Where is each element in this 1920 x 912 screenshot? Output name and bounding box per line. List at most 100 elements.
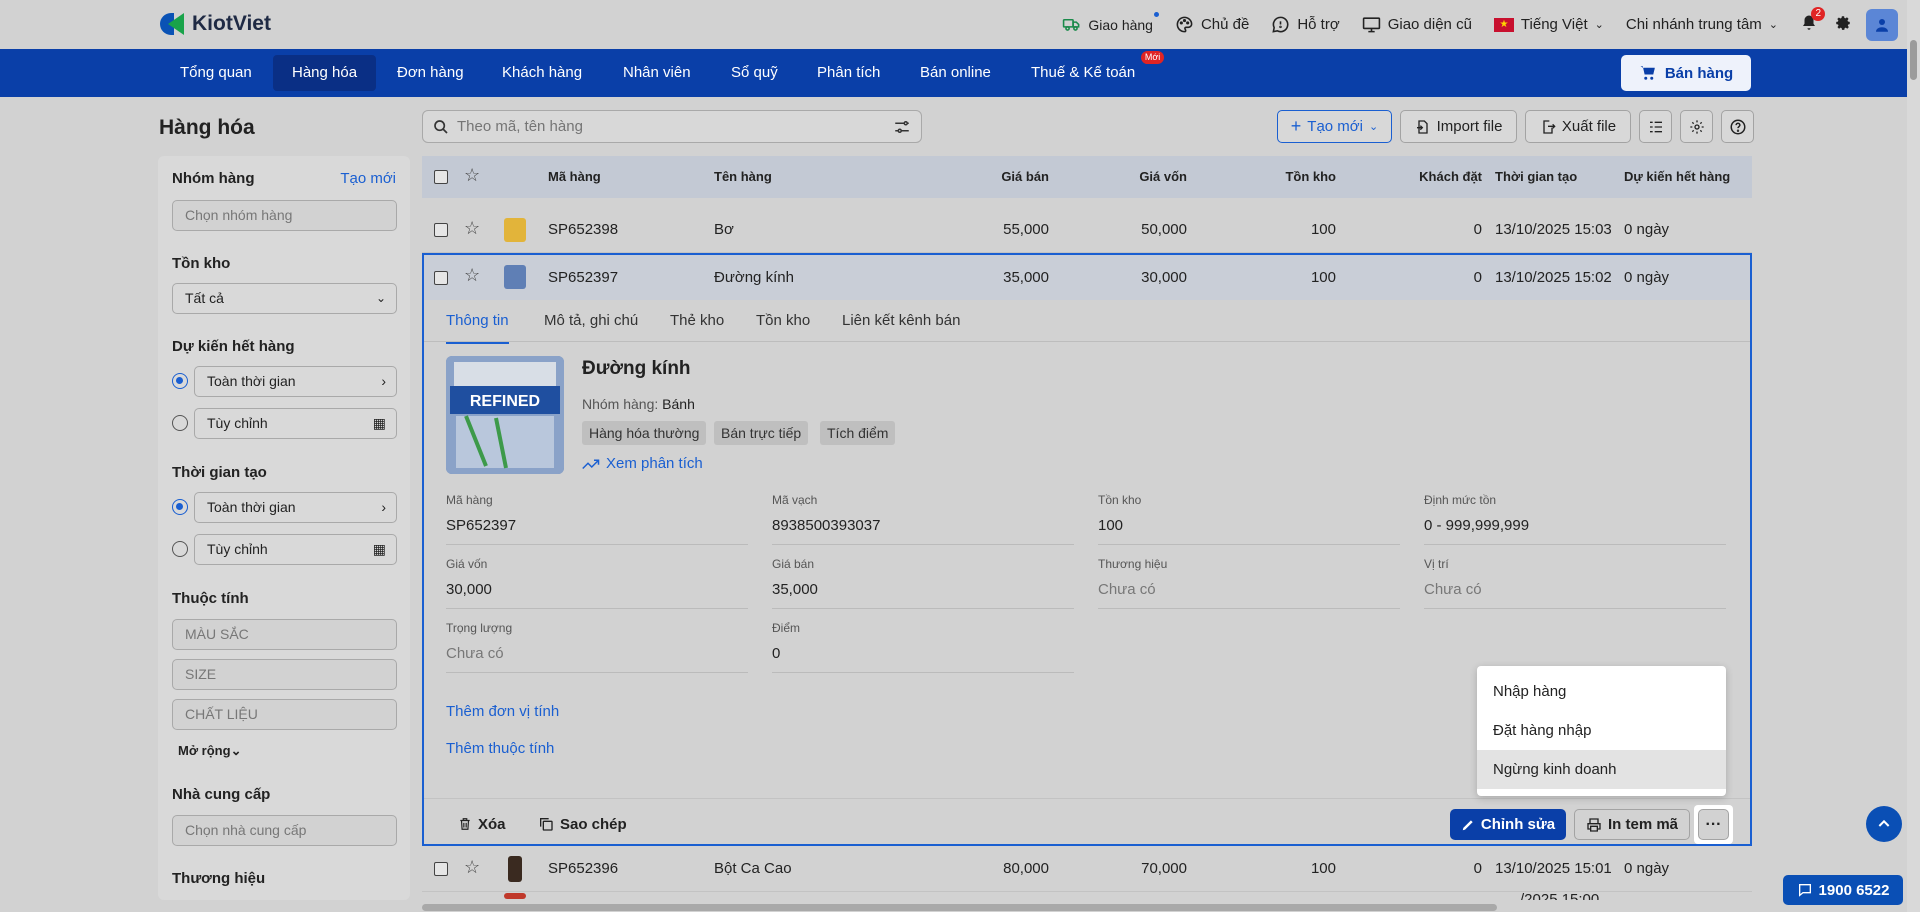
row-code: SP652398 [548, 221, 619, 238]
nav-item-customers[interactable]: Khách hàng [483, 55, 601, 91]
expiry-custom-option[interactable]: Tùy chỉnh ▦ [194, 408, 397, 439]
expand-attributes-link[interactable]: Mở rộng⌄ [178, 743, 241, 759]
supplier-select-input[interactable]: Chọn nhà cung cấp [172, 815, 397, 846]
star-icon[interactable]: ☆ [464, 165, 480, 186]
filter-sliders-icon[interactable] [893, 118, 911, 136]
attr-material-input[interactable]: CHẤT LIỆU [172, 699, 397, 730]
support-link[interactable]: Hỗ trợ [1271, 15, 1340, 34]
col-ordered[interactable]: Khách đặt [1382, 156, 1482, 198]
brand-logo[interactable]: KiotViet [158, 10, 271, 38]
add-attribute-link[interactable]: Thêm thuộc tính [446, 740, 554, 757]
vertical-scrollbar-thumb[interactable] [1910, 40, 1917, 80]
old-ui-link[interactable]: Giao diện cũ [1362, 15, 1472, 34]
nav-item-orders[interactable]: Đơn hàng [378, 55, 483, 91]
table-row[interactable]: ☆ SP652398 Bơ 55,000 50,000 100 0 13/10/… [422, 207, 1752, 253]
create-group-link[interactable]: Tạo mới [340, 170, 396, 187]
export-file-button[interactable]: Xuất file [1525, 110, 1631, 143]
settings-table-button[interactable] [1680, 110, 1713, 143]
tab-stock-card[interactable]: Thẻ kho [670, 300, 724, 342]
edit-label: Chỉnh sửa [1480, 816, 1556, 833]
view-analysis-link[interactable]: Xem phân tích [582, 455, 703, 472]
menu-item-discontinue[interactable]: Ngừng kinh doanh [1477, 750, 1726, 789]
supplier-filter-title: Nhà cung cấp [172, 786, 271, 803]
print-label-button[interactable]: In tem mã [1574, 809, 1690, 840]
created-custom-radio[interactable] [172, 541, 188, 557]
stock-filter-select[interactable]: Tất cả ⌄ [172, 283, 397, 314]
col-created[interactable]: Thời gian tạo [1495, 156, 1577, 198]
created-all-option[interactable]: Toàn thời gian › [194, 492, 397, 523]
expiry-custom-radio[interactable] [172, 415, 188, 431]
nav-item-staff[interactable]: Nhân viên [604, 55, 710, 91]
star-icon[interactable]: ☆ [464, 857, 480, 878]
nav-item-analytics[interactable]: Phân tích [798, 55, 899, 91]
settings-button[interactable] [1834, 14, 1852, 36]
nav-item-overview[interactable]: Tổng quan [161, 55, 271, 91]
row-checkbox[interactable] [434, 271, 448, 285]
trash-icon [460, 818, 470, 830]
select-all-checkbox[interactable] [434, 170, 448, 184]
hotline-button[interactable]: 1900 6522 [1783, 875, 1903, 905]
delivery-link[interactable]: Giao hàng [1062, 12, 1159, 34]
column-toggle-button[interactable] [1639, 110, 1672, 143]
scroll-top-button[interactable] [1866, 806, 1902, 842]
horizontal-scrollbar[interactable] [422, 904, 1497, 911]
field-label: Tồn kho [1098, 493, 1142, 507]
col-expiry[interactable]: Dự kiến hết hàng [1624, 156, 1730, 198]
sell-button[interactable]: Bán hàng [1621, 55, 1751, 91]
notification-button[interactable]: 2 [1800, 6, 1825, 36]
more-actions-button[interactable]: ··· [1698, 809, 1729, 840]
tab-info[interactable]: Thông tin [446, 300, 509, 344]
menu-item-import-goods[interactable]: Nhập hàng [1477, 672, 1726, 711]
col-name[interactable]: Tên hàng [714, 156, 772, 198]
language-select[interactable]: ★ Tiếng Việt ⌄ [1493, 16, 1604, 33]
tab-inventory[interactable]: Tồn kho [756, 300, 810, 342]
nav-item-products[interactable]: Hàng hóa [273, 55, 377, 91]
row-checkbox[interactable] [434, 223, 448, 237]
branch-select[interactable]: Chi nhánh trung tâm ⌄ [1626, 16, 1778, 33]
import-file-button[interactable]: Import file [1400, 110, 1517, 143]
vertical-scrollbar[interactable] [1907, 0, 1920, 912]
chevron-down-icon: ⌄ [375, 291, 386, 305]
delete-button[interactable]: Xóa [458, 809, 506, 839]
attr-size-input[interactable]: SIZE [172, 659, 397, 690]
attr-color-input[interactable]: MÀU SẮC [172, 619, 397, 650]
table-row-selected[interactable]: ☆ SP652397 Đường kính 35,000 30,000 100 … [424, 255, 1750, 300]
expiry-all-option[interactable]: Toàn thời gian › [194, 366, 397, 397]
create-new-button[interactable]: + Tạo mới ⌄ [1277, 110, 1392, 143]
row-expiry: 0 ngày [1624, 269, 1670, 286]
search-input[interactable] [457, 118, 885, 135]
copy-button[interactable]: Sao chép [538, 809, 627, 839]
col-cost[interactable]: Giá vốn [1117, 156, 1187, 198]
tab-channel-links[interactable]: Liên kết kênh bán [842, 300, 960, 342]
col-code[interactable]: Mã hàng [548, 156, 601, 198]
row-checkbox[interactable] [434, 862, 448, 876]
user-avatar[interactable] [1866, 8, 1898, 41]
col-price[interactable]: Giá bán [979, 156, 1049, 198]
menu-item-purchase-order[interactable]: Đặt hàng nhập [1477, 711, 1726, 750]
group-select-input[interactable]: Chọn nhóm hàng [172, 200, 397, 231]
product-group-value: Bánh [662, 396, 695, 412]
row-created: 13/10/2025 15:02 [1495, 269, 1612, 286]
expiry-all-radio[interactable] [172, 373, 188, 389]
row-ordered: 0 [1473, 221, 1482, 238]
edit-button[interactable]: Chỉnh sửa [1450, 809, 1566, 840]
created-all-radio[interactable] [172, 499, 188, 515]
nav-item-tax-accounting[interactable]: Thuế & Kế toán Mới [1012, 51, 1165, 91]
theme-link[interactable]: Chủ đề [1175, 15, 1249, 34]
add-unit-link[interactable]: Thêm đơn vị tính [446, 703, 559, 720]
help-button[interactable] [1721, 110, 1754, 143]
tab-description[interactable]: Mô tả, ghi chú [544, 300, 638, 342]
nav-item-online-sales[interactable]: Bán online [901, 55, 1010, 91]
col-stock[interactable]: Tồn kho [1256, 156, 1336, 198]
table-header: ☆ Mã hàng Tên hàng Giá bán Giá vốn Tồn k… [422, 156, 1752, 198]
star-icon[interactable]: ☆ [464, 265, 480, 286]
row-price: 55,000 [1003, 221, 1049, 238]
product-image[interactable]: REFINED [446, 356, 564, 474]
table-row[interactable]: /2025 15:00 [422, 891, 1752, 900]
created-custom-option[interactable]: Tùy chỉnh ▦ [194, 534, 397, 565]
nav-item-cashbook[interactable]: Sổ quỹ [712, 55, 797, 91]
row-price: 80,000 [1003, 860, 1049, 877]
star-icon[interactable]: ☆ [464, 218, 480, 239]
field-points: Điểm 0 [772, 621, 1074, 673]
chat-icon [1798, 884, 1811, 897]
